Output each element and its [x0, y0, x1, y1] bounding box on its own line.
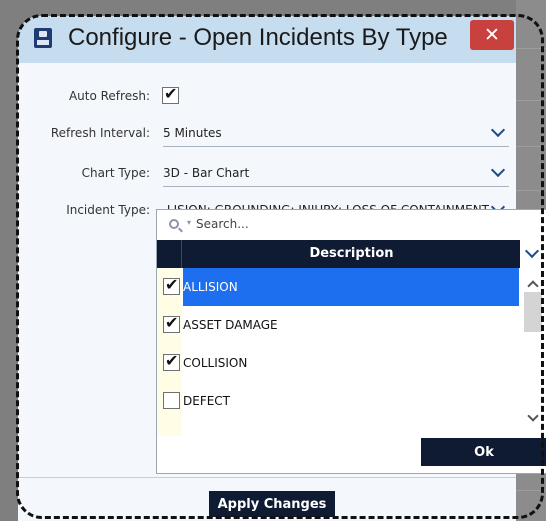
chart-type-select[interactable]: 3D - Bar Chart: [163, 162, 509, 187]
check-icon: ✔: [165, 275, 179, 294]
check-icon: ✔: [165, 313, 179, 332]
chevron-down-icon: [490, 162, 506, 178]
description-column-header[interactable]: Description: [183, 240, 520, 268]
apply-changes-button[interactable]: Apply Changes: [209, 491, 335, 517]
refresh-interval-label: Refresh Interval:: [50, 126, 150, 140]
header-check-column: [157, 240, 182, 268]
check-icon: ✔: [164, 84, 178, 103]
list-item[interactable]: ✔ ALLISION: [157, 268, 519, 306]
chart-type-value: 3D - Bar Chart: [163, 166, 250, 180]
list-item[interactable]: ✔ ASSET DAMAGE: [157, 306, 519, 344]
scroll-up-icon[interactable]: [527, 280, 539, 292]
grid-header: Description: [157, 240, 546, 268]
check-icon: ✔: [165, 351, 179, 370]
incident-type-dropdown: ▾ Search... Description ✔ ALLISION ✔ ASS…: [156, 209, 546, 474]
list-item[interactable]: DEFECT: [157, 382, 519, 420]
dropdown-search[interactable]: ▾ Search...: [157, 210, 546, 240]
close-icon: ✕: [484, 24, 500, 46]
chevron-down-icon: [524, 243, 540, 259]
incident-type-list: ✔ ALLISION ✔ ASSET DAMAGE ✔ COLLISION DE…: [157, 268, 519, 436]
scrollbar-thumb[interactable]: [524, 292, 542, 332]
chart-type-label: Chart Type:: [81, 166, 150, 180]
item-checkbox[interactable]: ✔: [163, 313, 180, 333]
auto-refresh-checkbox[interactable]: ✔: [162, 84, 179, 104]
dialog-titlebar[interactable]: Configure - Open Incidents By Type ✕: [18, 16, 516, 63]
search-icon: [169, 219, 179, 229]
close-button[interactable]: ✕: [470, 20, 514, 50]
list-item-label: ALLISION: [183, 280, 238, 294]
footer-divider: [18, 477, 516, 478]
dialog-title: Configure - Open Incidents By Type: [68, 24, 448, 51]
refresh-interval-select[interactable]: 5 Minutes: [163, 122, 509, 147]
refresh-interval-value: 5 Minutes: [163, 126, 222, 140]
list-item: [157, 420, 519, 436]
item-checkbox[interactable]: ✔: [163, 351, 180, 371]
auto-refresh-label: Auto Refresh:: [68, 89, 150, 103]
item-checkbox[interactable]: ✔: [163, 275, 180, 295]
scroll-down-icon[interactable]: [527, 410, 539, 422]
chevron-down-icon: [490, 122, 506, 138]
list-item-label: DEFECT: [183, 394, 231, 408]
list-scrollbar[interactable]: [521, 268, 545, 436]
column-options-button[interactable]: [520, 240, 546, 268]
list-item-label: ASSET DAMAGE: [183, 318, 278, 332]
search-options-icon[interactable]: ▾: [187, 218, 191, 227]
item-checkbox[interactable]: [163, 392, 180, 409]
app-icon: [34, 28, 52, 48]
ok-button[interactable]: Ok: [421, 438, 546, 466]
search-input[interactable]: Search...: [196, 217, 249, 231]
list-item[interactable]: ✔ COLLISION: [157, 344, 519, 382]
list-item-label: COLLISION: [183, 356, 248, 370]
incident-type-label: Incident Type:: [66, 203, 150, 217]
